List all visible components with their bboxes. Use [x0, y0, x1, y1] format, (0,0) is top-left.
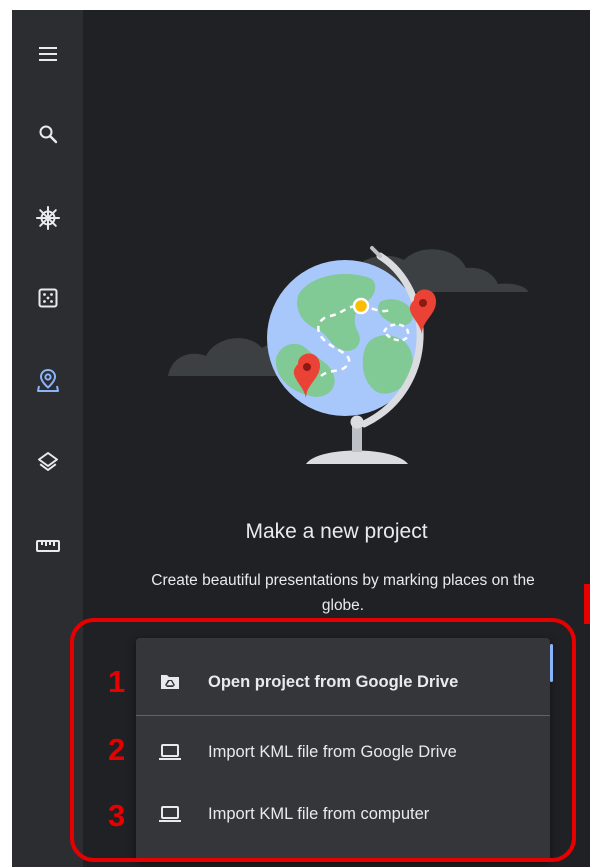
import-kml-from-computer-item[interactable]: Import KML file from computer [136, 786, 550, 842]
laptop-icon [159, 744, 181, 760]
empty-state-description: Create beautiful presentations by markin… [151, 572, 535, 614]
ruler-icon [35, 540, 60, 552]
menu-item-label: Import KML file from Google Drive [208, 742, 457, 761]
menu-button[interactable] [12, 26, 83, 82]
map-style-button[interactable] [12, 434, 83, 490]
search-icon [39, 125, 57, 144]
menu-item-label: Open project from Google Drive [208, 672, 459, 691]
sidebar [12, 10, 83, 867]
menu-item-label: Import KML file from computer [208, 804, 430, 823]
annotation-mark [584, 584, 590, 624]
dice-icon [38, 288, 57, 308]
laptop-icon [159, 806, 181, 822]
projects-pin-icon [36, 368, 59, 392]
open-project-from-drive-item[interactable]: Open project from Google Drive [136, 654, 550, 710]
menu-icon [38, 47, 57, 61]
search-button[interactable] [12, 106, 83, 162]
annotation-number-3: 3 [108, 798, 126, 833]
layers-icon [37, 452, 58, 471]
voyager-button[interactable] [12, 190, 83, 246]
globe-illustration [168, 246, 528, 464]
import-kml-from-drive-item[interactable]: Import KML file from Google Drive [136, 724, 550, 780]
empty-state-title: Make a new project [245, 520, 428, 543]
new-project-menu: Open project from Google Drive Import KM… [136, 638, 553, 862]
app-window: Make a new project Create beautiful pres… [12, 10, 590, 867]
annotation-number-1: 1 [108, 664, 126, 699]
annotation-number-2: 2 [108, 732, 126, 767]
feeling-lucky-button[interactable] [12, 270, 83, 326]
measure-button[interactable] [12, 518, 83, 574]
voyager-helm-icon [35, 206, 60, 230]
menu-divider [136, 715, 550, 716]
drive-folder-icon [161, 675, 179, 689]
menu-scroll-indicator[interactable] [550, 644, 553, 682]
projects-button[interactable] [12, 352, 83, 408]
